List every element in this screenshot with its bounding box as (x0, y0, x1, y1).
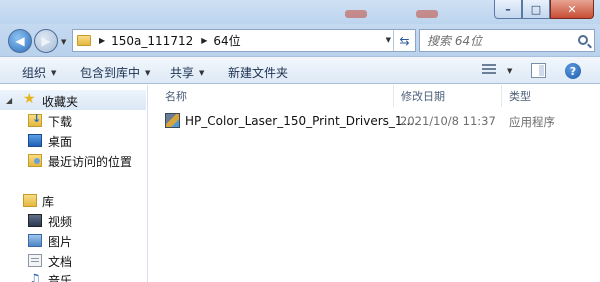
nav-item-label: 图片 (48, 235, 73, 249)
include-in-library-button[interactable]: 包含到库中 ▼ (80, 64, 150, 81)
chevron-down-icon: ▼ (145, 68, 151, 77)
star-icon: ★ (23, 91, 36, 107)
refresh-button[interactable]: ⇆ (393, 30, 415, 51)
file-modified-date: 2021/10/8 11:37 (400, 114, 496, 128)
breadcrumb-150a-111712[interactable]: 150a_111712 (111, 34, 193, 48)
pictures-icon (28, 234, 42, 247)
address-history-dropdown[interactable]: ▼ (386, 36, 391, 44)
organize-label: 组织 (22, 66, 47, 80)
refresh-icon: ⇆ (399, 33, 410, 48)
library-icon (23, 194, 37, 207)
preview-pane-icon[interactable] (531, 63, 546, 78)
folder-icon (77, 35, 91, 46)
column-header-name[interactable]: 名称 (165, 85, 187, 107)
column-header-type[interactable]: 类型 (509, 85, 531, 107)
search-icon[interactable] (578, 35, 588, 45)
forward-button[interactable]: ▶ (34, 29, 58, 53)
title-decoration (416, 10, 438, 18)
file-name: HP_Color_Laser_150_Print_Drivers_1.... (185, 114, 418, 128)
window-controls: – □ ✕ (494, 0, 594, 20)
view-options-dropdown[interactable]: ▼ (507, 67, 512, 75)
column-divider[interactable] (393, 85, 394, 107)
file-row[interactable]: HP_Color_Laser_150_Print_Drivers_1.... 2… (163, 111, 593, 131)
desktop-icon (28, 134, 42, 147)
include-in-library-label: 包含到库中 (80, 66, 141, 80)
chevron-down-icon: ▼ (199, 68, 205, 77)
file-list: 名称 修改日期 类型 HP_Color_Laser_150_Print_Driv… (149, 85, 600, 282)
recent-places-icon (28, 154, 42, 167)
close-button[interactable]: ✕ (550, 0, 594, 19)
minimize-button[interactable]: – (494, 0, 522, 19)
address-bar[interactable]: ▶ 150a_111712 ▶ 64位 ▼ ⇆ (72, 29, 416, 52)
nav-libraries[interactable]: 库 (0, 190, 146, 210)
help-icon[interactable]: ? (565, 63, 581, 79)
search-box (419, 29, 595, 52)
column-header-modified[interactable]: 修改日期 (401, 85, 445, 107)
address-row: ◀ ▶ ▼ ▶ 150a_111712 ▶ 64位 ▼ ⇆ (0, 24, 600, 56)
new-folder-label: 新建文件夹 (228, 66, 289, 80)
breadcrumb-64bit[interactable]: 64位 (213, 32, 240, 49)
nav-item-label: 音乐 (48, 274, 73, 282)
nav-libraries-label: 库 (42, 195, 55, 209)
chevron-down-icon: ▼ (51, 68, 57, 77)
back-button[interactable]: ◀ (8, 29, 32, 53)
nav-item-label: 最近访问的位置 (48, 155, 133, 169)
column-divider[interactable] (501, 85, 502, 107)
breadcrumb-separator[interactable]: ▶ (201, 36, 207, 45)
arrow-right-icon: ▶ (41, 34, 51, 48)
share-button[interactable]: 共享 ▼ (170, 64, 204, 81)
nav-item-label: 桌面 (48, 135, 73, 149)
video-icon (28, 214, 42, 227)
title-decoration (345, 10, 367, 18)
search-input[interactable] (427, 33, 577, 48)
nav-favorites-label: 收藏夹 (42, 95, 79, 109)
nav-item-desktop[interactable]: 桌面 (0, 130, 146, 150)
nav-item-pictures[interactable]: 图片 (0, 230, 146, 250)
installer-icon (165, 113, 180, 128)
nav-item-label: 下载 (48, 115, 73, 129)
nav-item-music[interactable]: ♫ 音乐 (0, 269, 146, 282)
organize-button[interactable]: 组织 ▼ (22, 64, 56, 81)
download-folder-icon (28, 112, 42, 127)
view-options-icon[interactable] (482, 64, 496, 77)
share-label: 共享 (170, 66, 195, 80)
title-bar: – □ ✕ (0, 0, 600, 24)
command-bar: 组织 ▼ 包含到库中 ▼ 共享 ▼ 新建文件夹 ▼ ? (0, 56, 600, 84)
maximize-button[interactable]: □ (522, 0, 550, 19)
music-icon: ♫ (29, 272, 41, 282)
recent-pages-dropdown[interactable]: ▼ (61, 38, 66, 46)
expand-icon[interactable]: ◢ (6, 96, 12, 105)
nav-item-recent-places[interactable]: 最近访问的位置 (0, 150, 146, 170)
new-folder-button[interactable]: 新建文件夹 (228, 64, 288, 81)
breadcrumb-separator[interactable]: ▶ (99, 36, 105, 45)
nav-item-label: 视频 (48, 215, 73, 229)
nav-item-label: 文档 (48, 255, 73, 269)
documents-icon (28, 254, 42, 267)
file-type: 应用程序 (509, 115, 555, 129)
nav-item-downloads[interactable]: 下载 (0, 110, 146, 130)
nav-item-videos[interactable]: 视频 (0, 210, 146, 230)
arrow-left-icon: ◀ (15, 34, 25, 48)
nav-favorites[interactable]: ◢ ★ 收藏夹 (0, 90, 146, 110)
navigation-pane: ◢ ★ 收藏夹 下载 桌面 最近访问的位置 库 视频 图片 文档 ♫ 音乐 (0, 85, 148, 282)
nav-item-documents[interactable]: 文档 (0, 250, 146, 270)
